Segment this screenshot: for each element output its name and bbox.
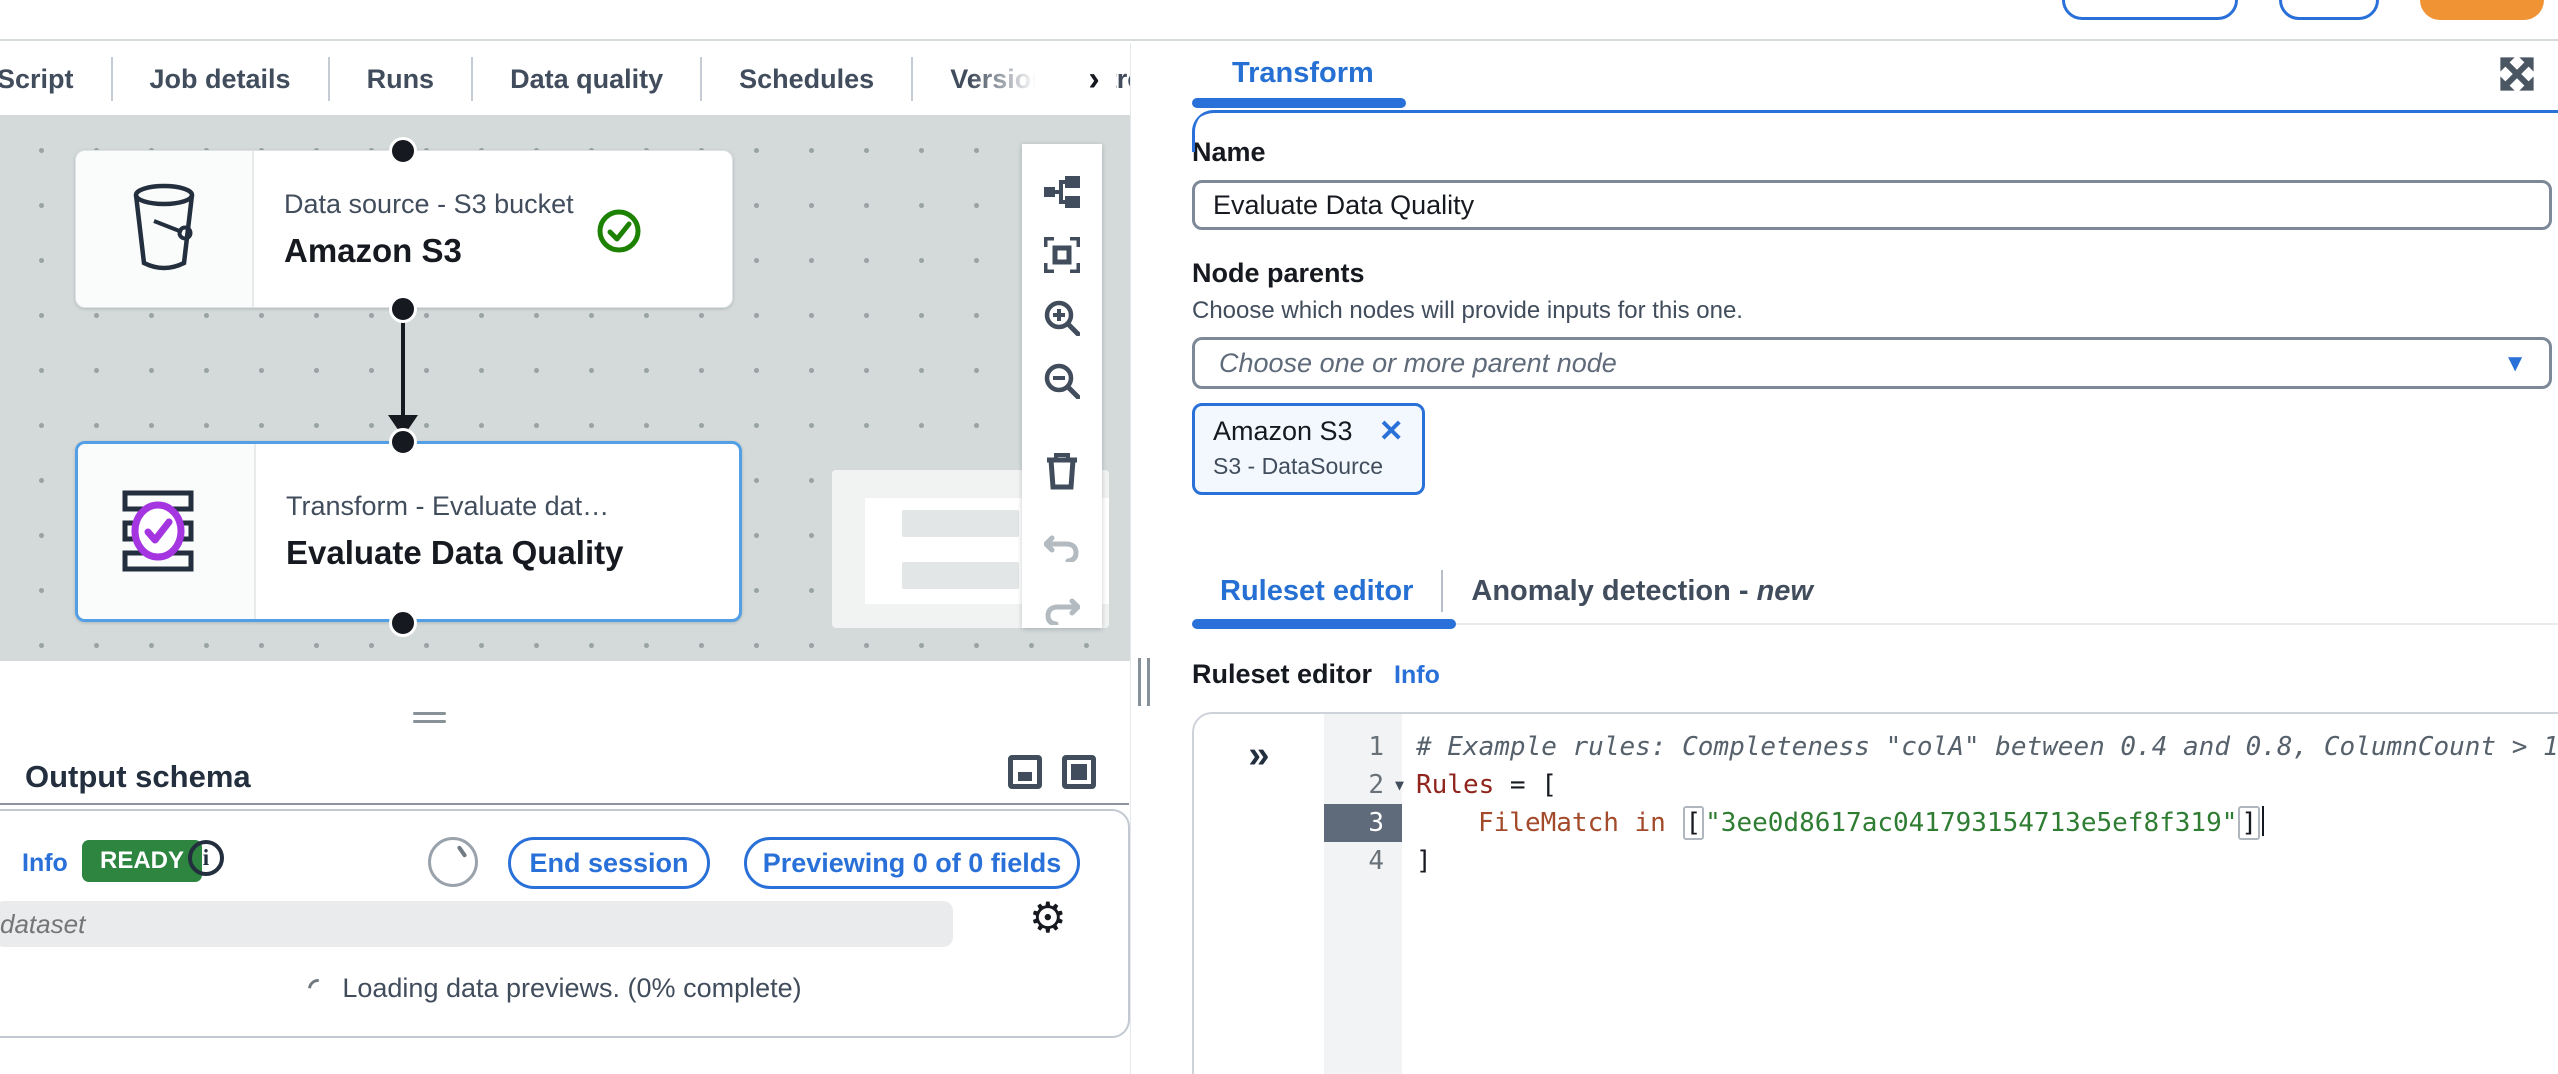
loading-status-text: Loading data previews. (0% complete) bbox=[342, 973, 801, 1004]
top-action-bar bbox=[0, 0, 2558, 41]
info-circle-icon[interactable]: i bbox=[188, 840, 224, 876]
node-parents-description: Choose which nodes will provide inputs f… bbox=[1192, 297, 2558, 325]
fit-view-icon[interactable] bbox=[1043, 237, 1081, 273]
tab-job-details[interactable]: Job details bbox=[113, 64, 328, 95]
tab-fade bbox=[970, 43, 1080, 115]
topbar-primary-button[interactable] bbox=[2420, 0, 2544, 20]
node-type-label: Transform - Evaluate dat… bbox=[286, 491, 739, 522]
canvas-toolbar bbox=[1022, 144, 1102, 628]
chevron-down-icon: ▼ bbox=[2503, 350, 2527, 378]
node-data-source-s3[interactable]: Data source - S3 bucket Amazon S3 bbox=[75, 150, 733, 308]
parent-node-select[interactable]: Choose one or more parent node ▼ bbox=[1192, 337, 2552, 389]
edge-line bbox=[401, 311, 405, 419]
evaluate-data-quality-icon bbox=[78, 444, 256, 619]
node-type-label: Data source - S3 bucket bbox=[284, 189, 732, 220]
tab-runs[interactable]: Runs bbox=[330, 64, 472, 95]
job-editor-pane: Script Job details Runs Data quality Sch… bbox=[0, 43, 1131, 1074]
ruleset-code-editor[interactable]: » 1 2 ▼ 3 4 # Example rules: Completenes… bbox=[1192, 712, 2558, 1074]
success-check-icon bbox=[596, 208, 642, 254]
topbar-button-2[interactable] bbox=[2279, 0, 2379, 20]
chip-dismiss-icon[interactable]: ✕ bbox=[1379, 417, 1404, 447]
line-number-gutter: 1 2 ▼ 3 4 bbox=[1324, 714, 1402, 1074]
ruleset-tabbar: Ruleset editor Anomaly detection - new bbox=[1192, 559, 2558, 625]
job-tabbar: Script Job details Runs Data quality Sch… bbox=[0, 43, 1130, 115]
expand-panel-fullscreen-icon[interactable] bbox=[2498, 55, 2536, 93]
tab-anomaly-detection[interactable]: Anomaly detection - new bbox=[1443, 575, 1841, 608]
data-preview-card: Info READY i End session Previewing 0 of… bbox=[0, 809, 1130, 1038]
connector-dot[interactable] bbox=[389, 609, 417, 637]
parent-chip-amazon-s3: Amazon S3 ✕ S3 - DataSource bbox=[1192, 403, 1425, 495]
code-line-1: # Example rules: Completeness "colA" bet… bbox=[1416, 728, 2558, 766]
node-title: Evaluate Data Quality bbox=[286, 534, 739, 572]
status-badge: READY bbox=[82, 840, 202, 882]
tab-overflow-chevron-icon[interactable]: › bbox=[1072, 57, 1116, 101]
session-spinner-icon bbox=[428, 837, 478, 887]
tab-transform[interactable]: Transform bbox=[1232, 57, 1374, 90]
fold-caret-icon[interactable]: ▼ bbox=[1395, 766, 1404, 804]
connector-dot[interactable] bbox=[389, 137, 417, 165]
code-line-2: Rules = [ bbox=[1416, 766, 2558, 804]
chip-title: Amazon S3 bbox=[1213, 416, 1353, 447]
collapse-panel-icon[interactable] bbox=[1008, 755, 1042, 789]
delete-node-icon[interactable] bbox=[1043, 452, 1081, 490]
tab-ruleset-editor[interactable]: Ruleset editor bbox=[1192, 575, 1441, 608]
node-evaluate-data-quality[interactable]: Transform - Evaluate dat… Evaluate Data … bbox=[75, 441, 742, 622]
previewing-fields-button[interactable]: Previewing 0 of 0 fields bbox=[744, 837, 1080, 889]
transform-form: Name Node parents Choose which nodes wil… bbox=[1192, 110, 2558, 1074]
line-number: 2 ▼ bbox=[1324, 766, 1402, 804]
zoom-out-icon[interactable] bbox=[1043, 363, 1081, 399]
line-number: 4 bbox=[1324, 842, 1402, 880]
tab-data-quality[interactable]: Data quality bbox=[473, 64, 700, 95]
tab-schedules[interactable]: Schedules bbox=[702, 64, 911, 95]
connector-dot[interactable] bbox=[389, 428, 417, 456]
skeleton-bar bbox=[902, 562, 1019, 589]
code-area[interactable]: # Example rules: Completeness "colA" bet… bbox=[1402, 714, 2558, 1074]
job-canvas[interactable]: Data source - S3 bucket Amazon S3 bbox=[0, 115, 1130, 661]
name-input[interactable] bbox=[1192, 180, 2552, 230]
gear-icon[interactable]: ⚙ bbox=[1029, 897, 1067, 939]
code-line-4: ] bbox=[1416, 842, 2558, 880]
chip-subtitle: S3 - DataSource bbox=[1213, 453, 1404, 480]
active-tab-underline bbox=[1192, 619, 1456, 629]
panel-resize-handle[interactable] bbox=[413, 712, 446, 728]
expand-panel-icon[interactable] bbox=[1062, 755, 1096, 789]
active-tab-underline bbox=[1192, 98, 1406, 108]
tab-script[interactable]: Script bbox=[0, 64, 111, 95]
output-schema-title: Output schema bbox=[25, 759, 251, 795]
divider bbox=[0, 803, 1129, 805]
ruleset-editor-label: Ruleset editor bbox=[1192, 659, 1372, 690]
select-placeholder: Choose one or more parent node bbox=[1195, 348, 1617, 379]
collapse-editor-icon[interactable]: » bbox=[1248, 736, 1269, 1074]
code-line-3: FileMatch in ["3ee0d8617ac041793154713e5… bbox=[1416, 804, 2558, 842]
text-cursor bbox=[2262, 806, 2264, 836]
node-title: Amazon S3 bbox=[284, 232, 732, 270]
zoom-in-icon[interactable] bbox=[1043, 300, 1081, 336]
dataset-filter-input[interactable] bbox=[0, 901, 953, 947]
info-link[interactable]: Info bbox=[1394, 661, 1440, 690]
line-number: 1 bbox=[1324, 728, 1402, 766]
redo-icon[interactable] bbox=[1043, 592, 1081, 628]
connector-dot[interactable] bbox=[389, 295, 417, 323]
node-properties-panel: Transform Name Node parents Choose which… bbox=[1132, 43, 2558, 1074]
line-number-active: 3 bbox=[1324, 804, 1402, 842]
skeleton-bar bbox=[902, 510, 1019, 537]
s3-bucket-icon bbox=[76, 151, 254, 307]
end-session-button[interactable]: End session bbox=[508, 837, 710, 889]
loading-spinner-icon bbox=[304, 974, 332, 1002]
split-resize-handle[interactable] bbox=[1138, 658, 1156, 711]
graph-layout-icon[interactable] bbox=[1043, 174, 1081, 210]
topbar-button-1[interactable] bbox=[2062, 0, 2238, 20]
info-link[interactable]: Info bbox=[22, 849, 68, 878]
undo-icon[interactable] bbox=[1043, 529, 1081, 565]
node-parents-label: Node parents bbox=[1192, 258, 2558, 289]
name-label: Name bbox=[1192, 137, 2558, 168]
